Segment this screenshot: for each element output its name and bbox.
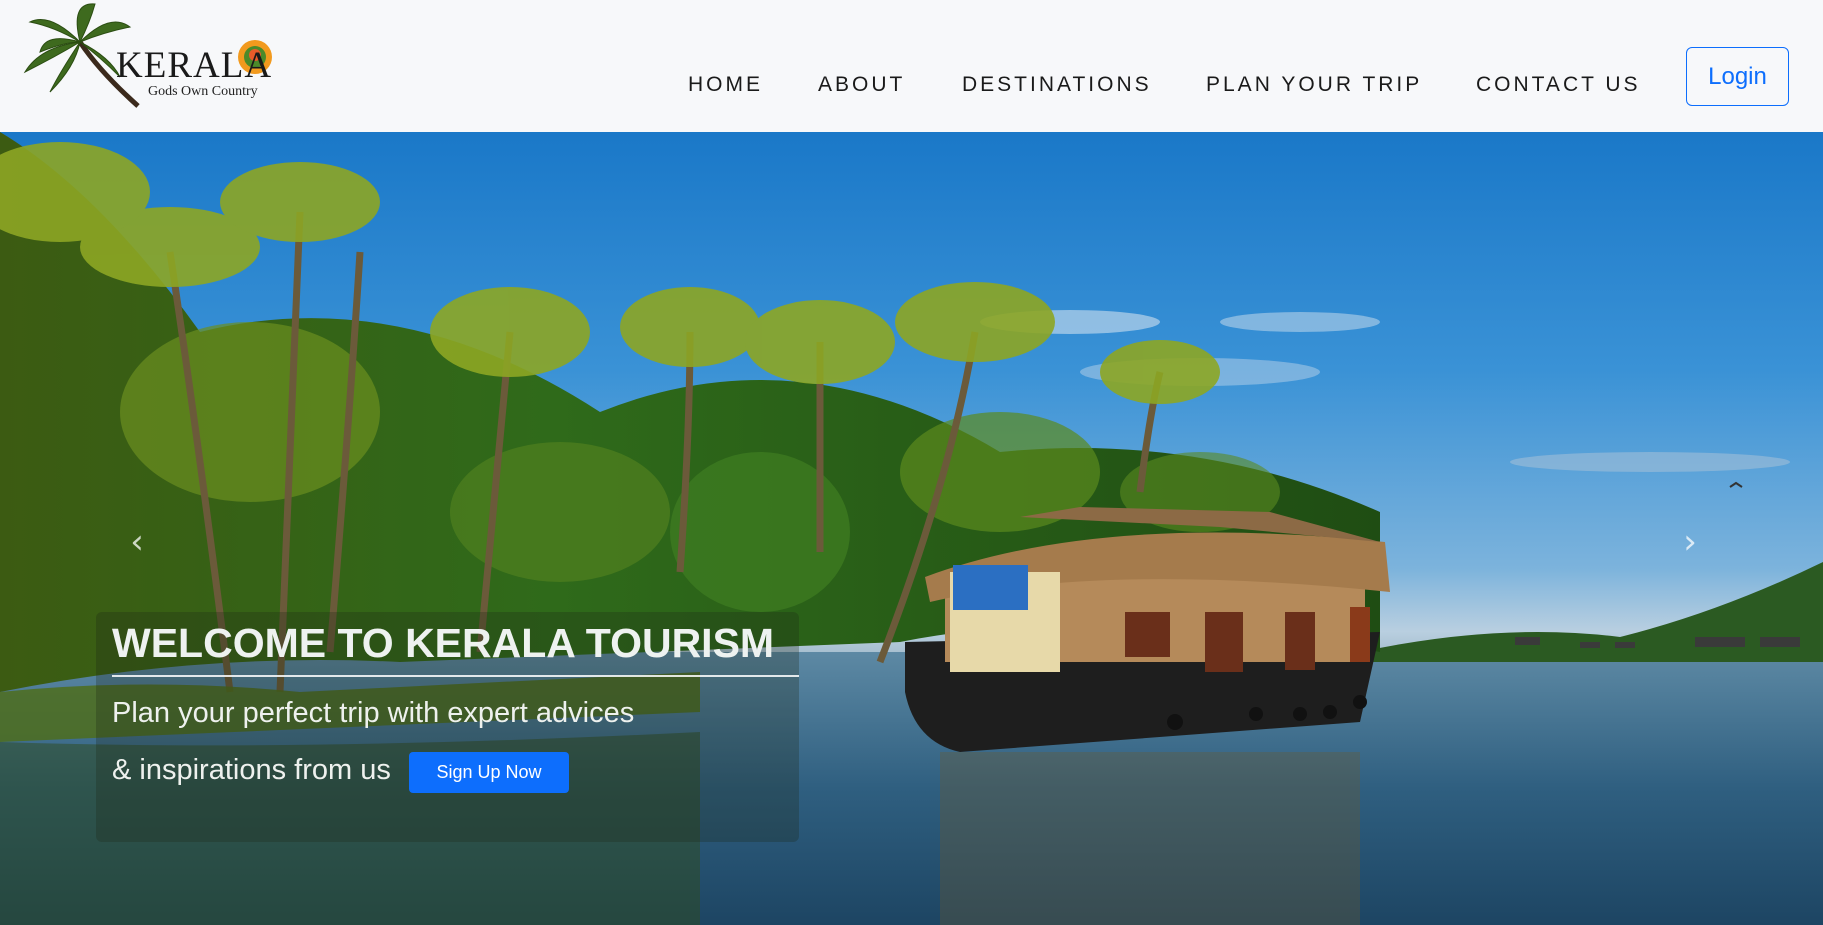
hero-carousel: ‹ › WELCOME TO KERALA TOURISM Plan your … [0,132,1823,925]
hero-divider [112,675,799,677]
hero-tagline-line1: Plan your perfect trip with expert advic… [112,697,635,729]
nav-item-about[interactable]: ABOUT [818,73,905,97]
nav-item-contact-us[interactable]: CONTACT US [1476,73,1641,97]
navbar: KERALA Gods Own Country HOME ABOUT DESTI… [0,0,1823,132]
hero-tagline-line2: & inspirations from us [112,754,391,786]
carousel-prev-chevron-icon[interactable]: ‹ [117,512,157,572]
brand-logo-link[interactable]: KERALA Gods Own Country [20,2,280,112]
nav-item-destinations[interactable]: DESTINATIONS [962,73,1152,97]
brand-subtitle: Gods Own Country [148,84,258,99]
sign-up-button[interactable]: Sign Up Now [409,752,569,793]
hero-title: WELCOME TO KERALA TOURISM [112,620,775,666]
brand-title: KERALA [116,45,273,86]
nav-item-plan-your-trip[interactable]: PLAN YOUR TRIP [1206,73,1422,97]
nav-item-home[interactable]: HOME [688,73,763,97]
carousel-next-chevron-icon[interactable]: › [1670,512,1710,572]
login-button[interactable]: Login [1686,47,1789,106]
